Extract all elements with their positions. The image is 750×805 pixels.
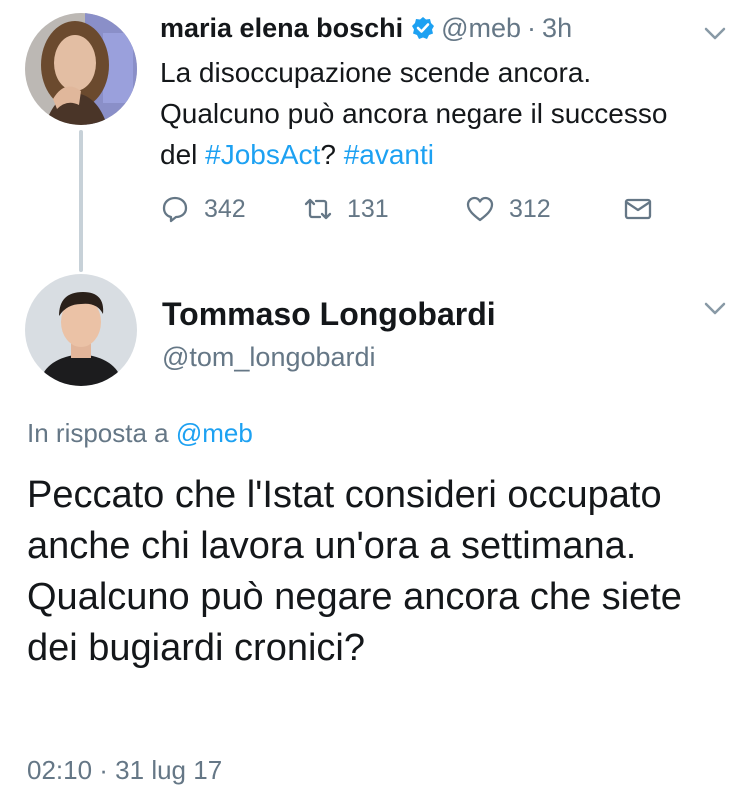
- tweet1-text-line: Qualcuno può ancora negare il successo: [160, 98, 668, 129]
- avatar-maria-elena-boschi[interactable]: [25, 13, 137, 125]
- tweet2-handle[interactable]: @tom_longobardi: [162, 342, 376, 373]
- tweet1-text-line: La disoccupazione scende ancora.: [160, 57, 592, 88]
- tweet1-text-fragment: ?: [320, 139, 344, 170]
- tweet1-display-name[interactable]: maria elena boschi: [160, 13, 403, 44]
- direct-message-button[interactable]: [623, 192, 667, 226]
- reply-icon: [162, 196, 188, 223]
- reply-button[interactable]: 342: [160, 192, 246, 226]
- tweet1-actions: 342 131 312: [160, 192, 660, 226]
- reply-prefix: In risposta a: [27, 418, 176, 448]
- tweet1-time[interactable]: 3h: [542, 13, 572, 44]
- reply-context: In risposta a @meb: [27, 418, 253, 449]
- reply-mention-link[interactable]: @meb: [176, 418, 253, 448]
- envelope-icon: [624, 198, 652, 220]
- verified-badge-icon: [411, 16, 435, 40]
- retweet-icon: [304, 198, 332, 220]
- reply-count: 342: [204, 194, 246, 223]
- like-button[interactable]: 312: [465, 192, 551, 226]
- tweet1-text-line: del #JobsAct? #avanti: [160, 134, 735, 175]
- retweet-count: 131: [347, 194, 389, 223]
- thread-connector-line: [79, 130, 83, 272]
- tweet2-menu-chevron-down-icon[interactable]: [704, 302, 726, 316]
- retweet-button[interactable]: 131: [303, 192, 389, 226]
- tweet1-menu-chevron-down-icon[interactable]: [704, 27, 726, 41]
- hashtag-jobsact[interactable]: #JobsAct: [205, 139, 320, 170]
- hashtag-avanti[interactable]: #avanti: [344, 139, 434, 170]
- tweet1-text: La disoccupazione scende ancora. Qualcun…: [160, 52, 735, 175]
- heart-icon: [466, 196, 494, 222]
- tweet1-text-fragment: del: [160, 139, 206, 170]
- avatar-image: [25, 274, 137, 386]
- header-separator: ·: [527, 12, 537, 43]
- tweet2-timestamp[interactable]: 02:10 · 31 lug 17: [27, 755, 222, 786]
- like-count: 312: [509, 194, 551, 223]
- tweet1-handle[interactable]: @meb: [441, 13, 521, 44]
- tweet1-header: maria elena boschi @meb · 3h: [160, 10, 572, 46]
- avatar-image: [25, 13, 137, 125]
- avatar-tommaso-longobardi[interactable]: [25, 274, 137, 386]
- tweet2-text: Peccato che l'Istat consideri occupato a…: [27, 474, 682, 669]
- tweet2-display-name[interactable]: Tommaso Longobardi: [162, 296, 496, 333]
